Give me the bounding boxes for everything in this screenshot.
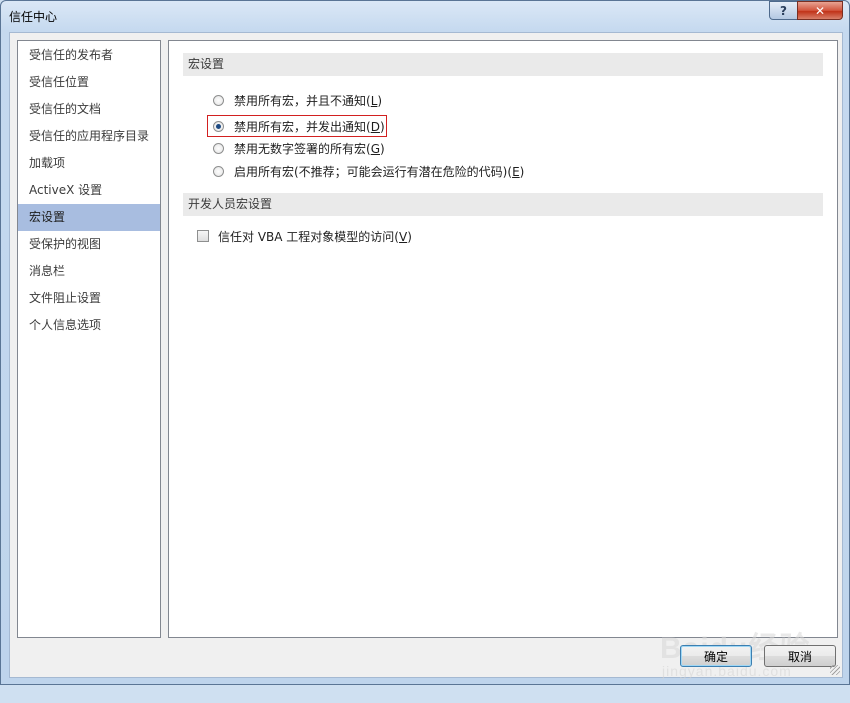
radio-label-tail: ) [519, 164, 525, 179]
access-key: V [398, 229, 408, 244]
checkbox-icon[interactable] [197, 230, 209, 242]
sidebar-item-trusted-publishers[interactable]: 受信任的发布者 [18, 42, 160, 69]
sidebar-item-trusted-app-catalogs[interactable]: 受信任的应用程序目录 [18, 123, 160, 150]
radio-button-icon[interactable] [213, 165, 224, 177]
radio-button-checked-icon[interactable] [213, 120, 224, 132]
radio-label-tail: ) [380, 141, 385, 156]
access-key: D [370, 119, 380, 134]
sidebar-item-label: 受信任的应用程序目录 [29, 129, 150, 143]
sidebar-item-label: 宏设置 [29, 210, 66, 224]
ok-button[interactable]: 确定 [680, 645, 752, 667]
sidebar-item-label: 受信任的发布者 [29, 48, 114, 62]
category-sidebar: 受信任的发布者 受信任位置 受信任的文档 受信任的应用程序目录 加载项 Acti… [17, 40, 161, 638]
sidebar-item-label: 文件阻止设置 [29, 291, 102, 305]
sidebar-item-trusted-documents[interactable]: 受信任的文档 [18, 96, 160, 123]
radio-label: 禁用所有宏，并发出通知(D) [234, 118, 385, 135]
help-button[interactable]: ? [769, 1, 798, 20]
radio-label-tail: ) [377, 93, 383, 108]
sidebar-item-message-bar[interactable]: 消息栏 [18, 258, 160, 285]
sidebar-item-label: 个人信息选项 [29, 318, 102, 332]
trust-center-dialog: 信任中心 ? ✕ 受信任的发布者 受信任位置 受信任的文档 受信任的应用程序目录… [0, 0, 850, 685]
cancel-button[interactable]: 取消 [764, 645, 836, 667]
macro-settings-header: 宏设置 [183, 53, 823, 76]
sidebar-item-privacy-options[interactable]: 个人信息选项 [18, 312, 160, 339]
sidebar-item-activex-settings[interactable]: ActiveX 设置 [18, 177, 160, 204]
radio-enable-all[interactable]: 启用所有宏(不推荐；可能会运行有潜在危险的代码)(E) [213, 161, 524, 181]
checkbox-label: 信任对 VBA 工程对象模型的访问(V) [218, 228, 412, 245]
developer-macro-settings-header: 开发人员宏设置 [183, 193, 823, 216]
window-title: 信任中心 [9, 10, 58, 24]
sidebar-item-label: 受信任的文档 [29, 102, 102, 116]
radio-label-text: 禁用所有宏，并发出通知( [234, 119, 371, 134]
radio-label: 禁用所有宏，并且不通知(L) [234, 92, 382, 109]
access-key: E [512, 164, 520, 179]
sidebar-item-label: 受信任位置 [29, 75, 90, 89]
sidebar-item-label: ActiveX 设置 [29, 183, 103, 197]
checkbox-label-text: 信任对 VBA 工程对象模型的访问( [218, 229, 399, 244]
radio-label-text: 禁用无数字签署的所有宏( [234, 141, 371, 156]
close-button[interactable]: ✕ [797, 1, 843, 20]
settings-panel: 宏设置 禁用所有宏，并且不通知(L) 禁用所有宏，并发出通知(D) 禁用无数字签… [168, 40, 838, 638]
sidebar-item-file-block-settings[interactable]: 文件阻止设置 [18, 285, 160, 312]
title-bar[interactable]: 信任中心 ? ✕ [1, 1, 849, 31]
help-icon: ? [780, 3, 787, 18]
access-key: G [370, 141, 380, 156]
radio-label-text: 禁用所有宏，并且不通知( [234, 93, 371, 108]
checkbox-trust-vba-access[interactable]: 信任对 VBA 工程对象模型的访问(V) [197, 226, 412, 246]
sidebar-item-add-ins[interactable]: 加载项 [18, 150, 160, 177]
radio-button-icon[interactable] [213, 142, 224, 154]
dialog-client-area: 受信任的发布者 受信任位置 受信任的文档 受信任的应用程序目录 加载项 Acti… [9, 32, 843, 679]
radio-disable-unsigned[interactable]: 禁用无数字签署的所有宏(G) [213, 138, 385, 158]
radio-disable-with-notify[interactable]: 禁用所有宏，并发出通知(D) [213, 116, 385, 136]
radio-label: 启用所有宏(不推荐；可能会运行有潜在危险的代码)(E) [234, 163, 524, 180]
sidebar-item-label: 加载项 [29, 156, 66, 170]
radio-button-icon[interactable] [213, 94, 224, 106]
radio-label-tail: ) [379, 119, 385, 134]
radio-disable-no-notify[interactable]: 禁用所有宏，并且不通知(L) [213, 90, 382, 110]
resize-grip-icon[interactable] [830, 665, 840, 675]
sidebar-item-trusted-locations[interactable]: 受信任位置 [18, 69, 160, 96]
sidebar-item-protected-view[interactable]: 受保护的视图 [18, 231, 160, 258]
radio-label-text: 启用所有宏(不推荐；可能会运行有潜在危险的代码)( [234, 164, 513, 179]
close-icon: ✕ [814, 3, 826, 18]
sidebar-item-macro-settings[interactable]: 宏设置 [18, 204, 160, 231]
sidebar-item-label: 受保护的视图 [29, 237, 102, 251]
radio-label: 禁用无数字签署的所有宏(G) [234, 140, 385, 157]
sidebar-item-label: 消息栏 [29, 264, 66, 278]
checkbox-label-tail: ) [407, 229, 412, 244]
